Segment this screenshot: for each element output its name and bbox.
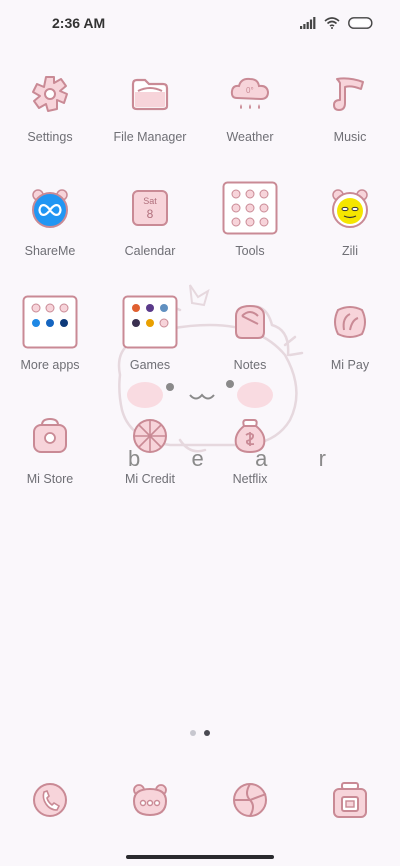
app-label: Music [333, 130, 367, 144]
app-label: Mi Pay [330, 358, 370, 372]
browser-globe-icon [220, 772, 280, 828]
shareme-infinity-icon [20, 180, 80, 236]
dock-phone[interactable] [0, 766, 100, 828]
app-label: Mi Store [26, 472, 74, 486]
status-time: 2:36 AM [52, 15, 106, 31]
dock-messages[interactable] [100, 766, 200, 828]
app-netflix[interactable]: Netflix [200, 402, 300, 516]
status-bar: 2:36 AM [0, 0, 400, 46]
app-label: File Manager [113, 130, 187, 144]
home-indicator[interactable] [126, 855, 274, 859]
app-file-manager[interactable]: File Manager [100, 60, 200, 174]
app-label: Notes [233, 358, 267, 372]
app-mi-pay[interactable]: Mi Pay [300, 288, 400, 402]
app-label: Tools [235, 244, 265, 258]
mi-pay-icon [320, 294, 380, 350]
app-label: Zili [342, 244, 358, 258]
calendar-date: 8 [146, 206, 154, 221]
calendar-day: Sat [143, 195, 157, 206]
app-label: Netflix [232, 472, 268, 486]
app-mi-store[interactable]: Mi Store [0, 402, 100, 516]
svg-text:0°: 0° [246, 86, 254, 95]
tools-folder-icon [220, 180, 280, 236]
app-mi-credit[interactable]: Mi Credit [100, 402, 200, 516]
calendar-icon: Sat 8 [120, 180, 180, 236]
dock [0, 766, 400, 826]
settings-icon [20, 66, 80, 122]
app-music[interactable]: Music [300, 60, 400, 174]
music-note-icon [320, 66, 380, 122]
battery-icon [348, 17, 373, 29]
app-label: More apps [20, 358, 80, 372]
app-zili[interactable]: Zili [300, 174, 400, 288]
signal-icon [300, 17, 316, 29]
app-label: Calendar [124, 244, 176, 258]
page-dot-active[interactable] [204, 730, 210, 736]
app-games[interactable]: Games [100, 288, 200, 402]
camera-icon [320, 772, 380, 828]
netflix-money-bag-icon [220, 408, 280, 464]
wifi-icon [324, 17, 340, 29]
phone-icon [20, 772, 80, 828]
mi-credit-icon [120, 408, 180, 464]
app-notes[interactable]: Notes [200, 288, 300, 402]
status-icons [300, 17, 374, 29]
page-dot[interactable] [190, 730, 196, 736]
messages-bear-icon [120, 772, 180, 828]
more-apps-folder-icon [20, 294, 80, 350]
app-shareme[interactable]: ShareMe [0, 174, 100, 288]
app-label: ShareMe [24, 244, 76, 258]
games-folder-icon [120, 294, 180, 350]
folder-icon [120, 66, 180, 122]
notes-icon [220, 294, 280, 350]
dock-browser[interactable] [200, 766, 300, 828]
page-indicator [0, 730, 400, 736]
zili-face-icon [320, 180, 380, 236]
app-tools[interactable]: Tools [200, 174, 300, 288]
app-grid: Settings File Manager 0° Weather Music S… [0, 60, 400, 516]
app-label: Games [129, 358, 171, 372]
app-more-apps[interactable]: More apps [0, 288, 100, 402]
weather-cloud-icon: 0° [220, 66, 280, 122]
app-weather[interactable]: 0° Weather [200, 60, 300, 174]
mi-store-bag-icon [20, 408, 80, 464]
app-label: Mi Credit [124, 472, 175, 486]
app-calendar[interactable]: Sat 8 Calendar [100, 174, 200, 288]
dock-camera[interactable] [300, 766, 400, 828]
app-settings[interactable]: Settings [0, 60, 100, 174]
app-label: Weather [226, 130, 274, 144]
app-label: Settings [27, 130, 73, 144]
